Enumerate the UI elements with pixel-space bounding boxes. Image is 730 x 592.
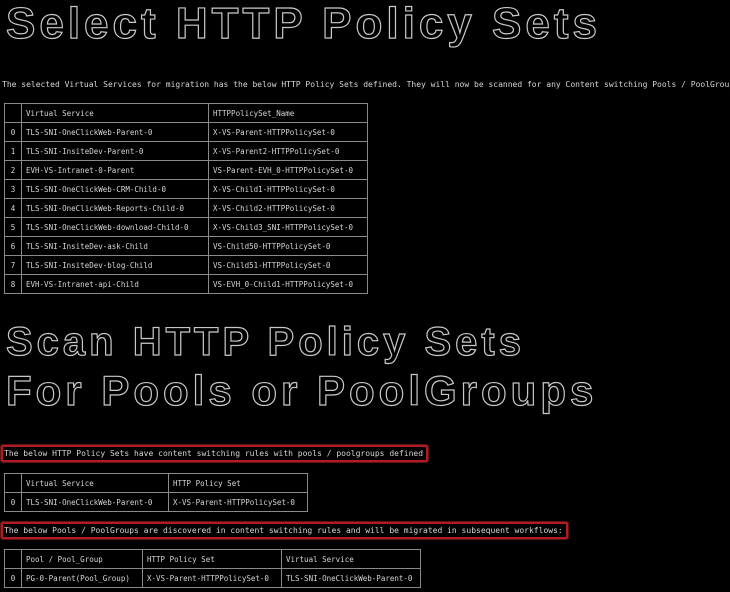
table-row: 8 EVH-VS-Intranet-api-Child VS-EVH_0-Chi… (4, 274, 368, 294)
table-header-row: Virtual Service HTTPPolicySet_Name (4, 103, 368, 123)
policy-set-cell: X-VS-Child1-HTTPPolicySet-0 (208, 179, 368, 199)
row-index: 5 (4, 217, 22, 237)
http-policy-set-column-header: HTTP Policy Set (142, 549, 282, 569)
index-column-header (4, 103, 22, 123)
index-column-header (4, 549, 22, 569)
virtual-service-column-header: Virtual Service (21, 473, 169, 493)
policy-set-cell: X-VS-Parent2-HTTPPolicySet-0 (208, 141, 368, 161)
row-index: 1 (4, 141, 22, 161)
policy-sets-table: Virtual Service HTTPPolicySet_Name 0 TLS… (4, 103, 368, 294)
policy-set-cell: X-VS-Child2-HTTPPolicySet-0 (208, 198, 368, 218)
row-index: 3 (4, 179, 22, 199)
virtual-service-cell: TLS-SNI-OneClickWeb-Parent-0 (21, 492, 169, 512)
http-policy-set-column-header: HTTP Policy Set (168, 473, 308, 493)
virtual-service-cell: TLS-SNI-InsiteDev-blog-Child (21, 255, 209, 275)
table-header-row: Pool / Pool_Group HTTP Policy Set Virtua… (4, 549, 421, 569)
policy-set-cell: VS-Child50-HTTPPolicySet-0 (208, 236, 368, 256)
virtual-service-cell: EVH-VS-Intranet-0-Parent (21, 160, 209, 180)
policy-set-cell: X-VS-Parent-HTTPPolicySet-0 (208, 122, 368, 142)
policy-set-cell: X-VS-Child3_SNI-HTTPPolicySet-0 (208, 217, 368, 237)
row-index: 0 (4, 568, 22, 588)
row-index: 7 (4, 255, 22, 275)
pools-discovered-notice: The below Pools / PoolGroups are discove… (1, 522, 568, 539)
policy-set-cell: VS-Parent-EVH_0-HTTPPolicySet-0 (208, 160, 368, 180)
virtual-service-column-header: Virtual Service (281, 549, 421, 569)
table-row: 1 TLS-SNI-InsiteDev-Parent-0 X-VS-Parent… (4, 141, 368, 161)
scan-http-policy-sets-banner: Scan HTTP Policy Sets (5, 320, 525, 364)
content-switching-rules-notice: The below HTTP Policy Sets have content … (1, 445, 429, 462)
virtual-service-cell: EVH-VS-Intranet-api-Child (21, 274, 209, 294)
policy-set-cell: X-VS-Parent-HTTPPolicySet-0 (142, 568, 282, 588)
table-row: 5 TLS-SNI-OneClickWeb-download-Child-0 X… (4, 217, 368, 237)
virtual-service-cell: TLS-SNI-OneClickWeb-Reports-Child-0 (21, 198, 209, 218)
table-row: 0 TLS-SNI-OneClickWeb-Parent-0 X-VS-Pare… (4, 492, 308, 512)
for-pools-or-poolgroups-banner: For Pools or PoolGroups (5, 367, 598, 414)
row-index: 6 (4, 236, 22, 256)
table-row: 2 EVH-VS-Intranet-0-Parent VS-Parent-EVH… (4, 160, 368, 180)
table-row: 4 TLS-SNI-OneClickWeb-Reports-Child-0 X-… (4, 198, 368, 218)
row-index: 4 (4, 198, 22, 218)
row-index: 8 (4, 274, 22, 294)
pool-group-column-header: Pool / Pool_Group (21, 549, 143, 569)
virtual-service-cell: TLS-SNI-InsiteDev-Parent-0 (21, 141, 209, 161)
table-row: 0 PG-0-Parent(Pool_Group) X-VS-Parent-HT… (4, 568, 421, 588)
policy-set-cell: X-VS-Parent-HTTPPolicySet-0 (168, 492, 308, 512)
row-index: 2 (4, 160, 22, 180)
policy-set-cell: VS-Child51-HTTPPolicySet-0 (208, 255, 368, 275)
virtual-service-cell: TLS-SNI-OneClickWeb-Parent-0 (21, 122, 209, 142)
policy-set-name-column-header: HTTPPolicySet_Name (208, 103, 368, 123)
select-http-policy-sets-banner: Select HTTP Policy Sets (5, 0, 601, 48)
table-row: 6 TLS-SNI-InsiteDev-ask-Child VS-Child50… (4, 236, 368, 256)
virtual-service-cell: TLS-SNI-OneClickWeb-download-Child-0 (21, 217, 209, 237)
pools-table: Pool / Pool_Group HTTP Policy Set Virtua… (4, 549, 421, 588)
intro-message: The selected Virtual Services for migrat… (2, 80, 730, 89)
table-row: 3 TLS-SNI-OneClickWeb-CRM-Child-0 X-VS-C… (4, 179, 368, 199)
virtual-service-cell: TLS-SNI-OneClickWeb-CRM-Child-0 (21, 179, 209, 199)
table-row: 0 TLS-SNI-OneClickWeb-Parent-0 X-VS-Pare… (4, 122, 368, 142)
virtual-service-column-header: Virtual Service (21, 103, 209, 123)
policy-set-cell: VS-EVH_0-Child1-HTTPPolicySet-0 (208, 274, 368, 294)
table-row: 7 TLS-SNI-InsiteDev-blog-Child VS-Child5… (4, 255, 368, 275)
pool-group-cell: PG-0-Parent(Pool_Group) (21, 568, 143, 588)
row-index: 0 (4, 492, 22, 512)
table-header-row: Virtual Service HTTP Policy Set (4, 473, 308, 493)
virtual-service-cell: TLS-SNI-InsiteDev-ask-Child (21, 236, 209, 256)
row-index: 0 (4, 122, 22, 142)
index-column-header (4, 473, 22, 493)
virtual-service-cell: TLS-SNI-OneClickWeb-Parent-0 (281, 568, 421, 588)
content-switching-table: Virtual Service HTTP Policy Set 0 TLS-SN… (4, 473, 308, 512)
